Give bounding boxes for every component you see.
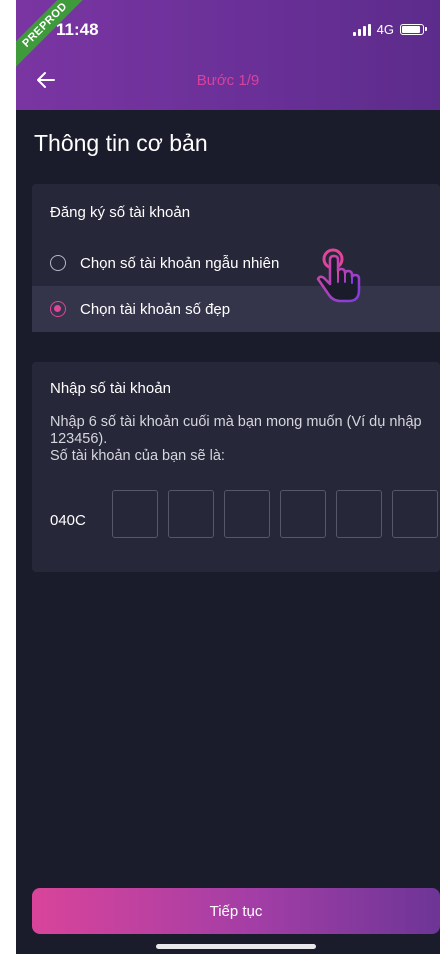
status-time: 11:48 <box>56 20 99 39</box>
digit-input-1[interactable] <box>112 490 158 538</box>
digit-input-3[interactable] <box>224 490 270 538</box>
signal-icon <box>352 23 371 36</box>
option-nice-number[interactable]: Chọn tài khoản số đẹp <box>32 286 440 332</box>
network-label: 4G <box>376 22 394 37</box>
radio-selected-icon <box>50 301 66 317</box>
card-title: Nhập số tài khoản <box>50 380 171 397</box>
option-label: Chọn tài khoản số đẹp <box>80 300 231 318</box>
battery-icon <box>400 24 427 35</box>
hand-cursor-icon <box>316 248 361 303</box>
input-description: Nhập 6 số tài khoản cuối mà bạn mong muố… <box>50 414 422 447</box>
home-indicator <box>156 944 316 949</box>
digit-input-4[interactable] <box>280 490 326 538</box>
option-random-number[interactable]: Chọn số tài khoản ngẫu nhiên <box>32 240 440 286</box>
radio-unselected-icon <box>50 255 66 271</box>
step-indicator: Bước 1/9 <box>196 72 260 89</box>
digit-input-5[interactable] <box>336 490 382 538</box>
app-screen: PREPROD 11:48 4G Bước 1/9 Thông tin cơ b… <box>16 0 440 954</box>
card-title: Đăng ký số tài khoản <box>50 204 191 221</box>
result-label: Số tài khoản của bạn sẽ là: <box>50 448 225 464</box>
header-bar: PREPROD 11:48 4G Bước 1/9 <box>16 0 440 110</box>
continue-button[interactable]: Tiếp tục <box>32 888 440 934</box>
account-number-registration-card: Đăng ký số tài khoản Chọn số tài khoản n… <box>32 184 440 332</box>
page-title: Thông tin cơ bản <box>34 130 208 156</box>
digit-input-2[interactable] <box>168 490 214 538</box>
status-indicators: 4G <box>352 22 427 37</box>
account-number-input-card: Nhập số tài khoản Nhập 6 số tài khoản cu… <box>32 362 440 572</box>
digit-input-6[interactable] <box>392 490 438 538</box>
screen: PREPROD 11:48 4G Bước 1/9 Thông tin cơ b… <box>0 0 444 954</box>
option-label: Chọn số tài khoản ngẫu nhiên <box>80 254 280 272</box>
account-prefix: 040C <box>50 512 86 529</box>
